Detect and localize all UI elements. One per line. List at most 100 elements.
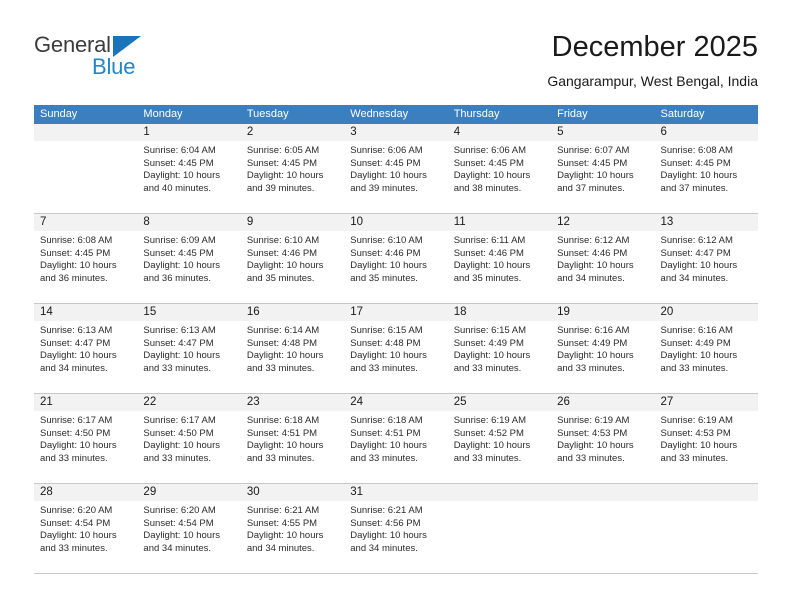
daylight-duration-line2: and 33 minutes. xyxy=(246,362,315,374)
day-number: 19 xyxy=(551,304,655,321)
day-cell[interactable]: 20 Sunrise: 6:16 AM Sunset: 4:49 PM Dayligh… xyxy=(654,304,758,393)
day-sun-info: Sunrise: 6:07 AM Sunset: 4:45 PM Daylight:… xyxy=(551,141,654,195)
sunrise-time: Sunrise: 6:19 AM xyxy=(453,415,527,426)
day-number: 29 xyxy=(137,484,241,501)
sunrise-time: Sunrise: 6:18 AM xyxy=(350,415,423,426)
day-number: 31 xyxy=(344,484,448,501)
day-sun-info: Sunrise: 6:11 AM Sunset: 4:46 PM Daylight:… xyxy=(448,231,551,285)
sunset-time: Sunset: 4:45 PM xyxy=(453,157,524,169)
day-cell[interactable]: 14 Sunrise: 6:13 AM Sunset: 4:47 PM Dayligh… xyxy=(34,304,138,393)
calendar-weeks: 1 Sunrise: 6:04 AM Sunset: 4:45 PM Daylight… xyxy=(34,124,758,574)
day-cell[interactable]: 19 Sunrise: 6:16 AM Sunset: 4:49 PM Dayligh… xyxy=(551,304,655,393)
day-cell[interactable]: 30 Sunrise: 6:21 AM Sunset: 4:55 PM Dayligh… xyxy=(240,484,345,573)
sunset-time: Sunset: 4:47 PM xyxy=(40,337,111,349)
day-sun-info: Sunrise: 6:15 AM Sunset: 4:49 PM Daylight:… xyxy=(448,321,551,375)
daylight-duration-line1: Daylight: 10 hours xyxy=(40,260,117,272)
sunrise-time: Sunrise: 6:12 AM xyxy=(557,235,630,246)
sunrise-time: Sunrise: 6:15 AM xyxy=(453,325,527,336)
daylight-duration-line1: Daylight: 10 hours xyxy=(453,170,531,182)
daylight-duration-line1: Daylight: 10 hours xyxy=(143,260,220,272)
daylight-duration-line1: Daylight: 10 hours xyxy=(660,350,738,362)
daylight-duration-line1: Daylight: 10 hours xyxy=(246,170,324,182)
daylight-duration-line1: Daylight: 10 hours xyxy=(40,530,117,542)
day-cell[interactable]: 31 Sunrise: 6:21 AM Sunset: 4:56 PM Dayligh… xyxy=(344,484,448,573)
day-sun-info: Sunrise: 6:06 AM Sunset: 4:45 PM Daylight:… xyxy=(448,141,551,195)
sunrise-time: Sunrise: 6:07 AM xyxy=(557,145,630,156)
daylight-duration-line2: and 35 minutes. xyxy=(453,272,522,284)
sunrise-time: Sunrise: 6:18 AM xyxy=(246,415,320,426)
sunset-time: Sunset: 4:51 PM xyxy=(350,427,421,439)
day-cell[interactable]: 2 Sunrise: 6:05 AM Sunset: 4:45 PM Daylight… xyxy=(240,124,345,213)
day-number: 5 xyxy=(551,124,655,141)
day-sun-info: Sunrise: 6:18 AM Sunset: 4:51 PM Daylight:… xyxy=(241,411,344,465)
sunrise-time: Sunrise: 6:06 AM xyxy=(453,145,527,156)
day-cell[interactable]: 4 Sunrise: 6:06 AM Sunset: 4:45 PM Daylight… xyxy=(447,124,552,213)
day-cell[interactable]: 28 Sunrise: 6:20 AM Sunset: 4:54 PM Dayligh… xyxy=(34,484,138,573)
daylight-duration-line2: and 33 minutes. xyxy=(557,452,625,464)
calendar-week-row: 14 Sunrise: 6:13 AM Sunset: 4:47 PM Dayligh… xyxy=(34,304,758,394)
sunrise-time: Sunrise: 6:21 AM xyxy=(350,505,423,516)
day-cell[interactable]: 23 Sunrise: 6:18 AM Sunset: 4:51 PM Dayligh… xyxy=(240,394,345,483)
day-cell[interactable]: 7 Sunrise: 6:08 AM Sunset: 4:45 PM Daylight… xyxy=(34,214,138,303)
sunset-time: Sunset: 4:45 PM xyxy=(350,157,421,169)
day-sun-info: Sunrise: 6:10 AM Sunset: 4:46 PM Daylight:… xyxy=(241,231,344,285)
day-cell[interactable]: 6 Sunrise: 6:08 AM Sunset: 4:45 PM Daylight… xyxy=(654,124,758,213)
day-cell[interactable]: 25 Sunrise: 6:19 AM Sunset: 4:52 PM Dayligh… xyxy=(447,394,552,483)
day-cell[interactable]: 29 Sunrise: 6:20 AM Sunset: 4:54 PM Dayligh… xyxy=(137,484,241,573)
sunrise-time: Sunrise: 6:19 AM xyxy=(557,415,630,426)
day-sun-info: Sunrise: 6:16 AM Sunset: 4:49 PM Daylight:… xyxy=(655,321,758,375)
day-cell[interactable]: 11 Sunrise: 6:11 AM Sunset: 4:46 PM Dayligh… xyxy=(447,214,552,303)
day-number: 27 xyxy=(654,394,758,411)
day-cell[interactable]: 18 Sunrise: 6:15 AM Sunset: 4:49 PM Dayligh… xyxy=(447,304,552,393)
day-cell[interactable]: 24 Sunrise: 6:18 AM Sunset: 4:51 PM Dayligh… xyxy=(344,394,448,483)
day-number: 20 xyxy=(654,304,758,321)
daylight-duration-line1: Daylight: 10 hours xyxy=(246,530,324,542)
day-cell[interactable]: 15 Sunrise: 6:13 AM Sunset: 4:47 PM Dayligh… xyxy=(137,304,241,393)
sunset-time: Sunset: 4:46 PM xyxy=(453,247,524,259)
day-number: 10 xyxy=(344,214,448,231)
daylight-duration-line1: Daylight: 10 hours xyxy=(350,170,427,182)
day-cell[interactable]: 26 Sunrise: 6:19 AM Sunset: 4:53 PM Dayligh… xyxy=(551,394,655,483)
day-cell[interactable]: 16 Sunrise: 6:14 AM Sunset: 4:48 PM Dayligh… xyxy=(240,304,345,393)
sunset-time: Sunset: 4:52 PM xyxy=(453,427,524,439)
day-number: 21 xyxy=(34,394,138,411)
day-cell[interactable]: 3 Sunrise: 6:06 AM Sunset: 4:45 PM Daylight… xyxy=(344,124,448,213)
weekday-header-row: Sunday Monday Tuesday Wednesday Thursday Frid… xyxy=(34,105,758,124)
sunrise-time: Sunrise: 6:20 AM xyxy=(143,505,216,516)
day-number: 24 xyxy=(344,394,448,411)
day-cell[interactable]: 17 Sunrise: 6:15 AM Sunset: 4:48 PM Dayligh… xyxy=(344,304,448,393)
day-cell[interactable]: 8 Sunrise: 6:09 AM Sunset: 4:45 PM Daylight… xyxy=(137,214,241,303)
day-number xyxy=(34,124,138,141)
daylight-duration-line2: and 33 minutes. xyxy=(350,362,418,374)
general-blue-logo[interactable]: General Blue xyxy=(34,32,164,86)
day-sun-info: Sunrise: 6:21 AM Sunset: 4:55 PM Daylight:… xyxy=(241,501,344,555)
weekday-header-wednesday: Wednesday xyxy=(350,108,409,120)
sunset-time: Sunset: 4:55 PM xyxy=(246,517,318,529)
logo-text-blue: Blue xyxy=(92,54,136,79)
sunset-time: Sunset: 4:53 PM xyxy=(660,427,731,439)
day-cell[interactable]: 21 Sunrise: 6:17 AM Sunset: 4:50 PM Dayligh… xyxy=(34,394,138,483)
daylight-duration-line2: and 34 minutes. xyxy=(557,272,625,284)
day-number xyxy=(447,484,552,501)
daylight-duration-line1: Daylight: 10 hours xyxy=(40,440,117,452)
day-cell[interactable]: 9 Sunrise: 6:10 AM Sunset: 4:46 PM Daylight… xyxy=(240,214,345,303)
day-cell[interactable]: 12 Sunrise: 6:12 AM Sunset: 4:46 PM Dayligh… xyxy=(551,214,655,303)
day-cell-empty xyxy=(447,484,552,573)
day-sun-info: Sunrise: 6:14 AM Sunset: 4:48 PM Daylight:… xyxy=(241,321,344,375)
day-sun-info: Sunrise: 6:17 AM Sunset: 4:50 PM Daylight:… xyxy=(137,411,240,465)
weekday-header-monday: Monday xyxy=(143,108,183,120)
day-cell-empty xyxy=(551,484,655,573)
sunrise-time: Sunrise: 6:17 AM xyxy=(143,415,216,426)
daylight-duration-line2: and 34 minutes. xyxy=(40,362,108,374)
day-cell[interactable]: 10 Sunrise: 6:10 AM Sunset: 4:46 PM Dayligh… xyxy=(344,214,448,303)
day-cell[interactable]: 27 Sunrise: 6:19 AM Sunset: 4:53 PM Dayligh… xyxy=(654,394,758,483)
day-cell[interactable]: 1 Sunrise: 6:04 AM Sunset: 4:45 PM Daylight… xyxy=(137,124,241,213)
calendar-week-row: 1 Sunrise: 6:04 AM Sunset: 4:45 PM Daylight… xyxy=(34,124,758,214)
day-cell[interactable]: 13 Sunrise: 6:12 AM Sunset: 4:47 PM Dayligh… xyxy=(654,214,758,303)
sunrise-time: Sunrise: 6:09 AM xyxy=(143,235,216,246)
day-sun-info: Sunrise: 6:08 AM Sunset: 4:45 PM Daylight:… xyxy=(655,141,758,195)
page-title: December 2025 xyxy=(551,31,758,63)
sunset-time: Sunset: 4:45 PM xyxy=(246,157,318,169)
day-cell[interactable]: 5 Sunrise: 6:07 AM Sunset: 4:45 PM Daylight… xyxy=(551,124,655,213)
day-cell[interactable]: 22 Sunrise: 6:17 AM Sunset: 4:50 PM Dayligh… xyxy=(137,394,241,483)
